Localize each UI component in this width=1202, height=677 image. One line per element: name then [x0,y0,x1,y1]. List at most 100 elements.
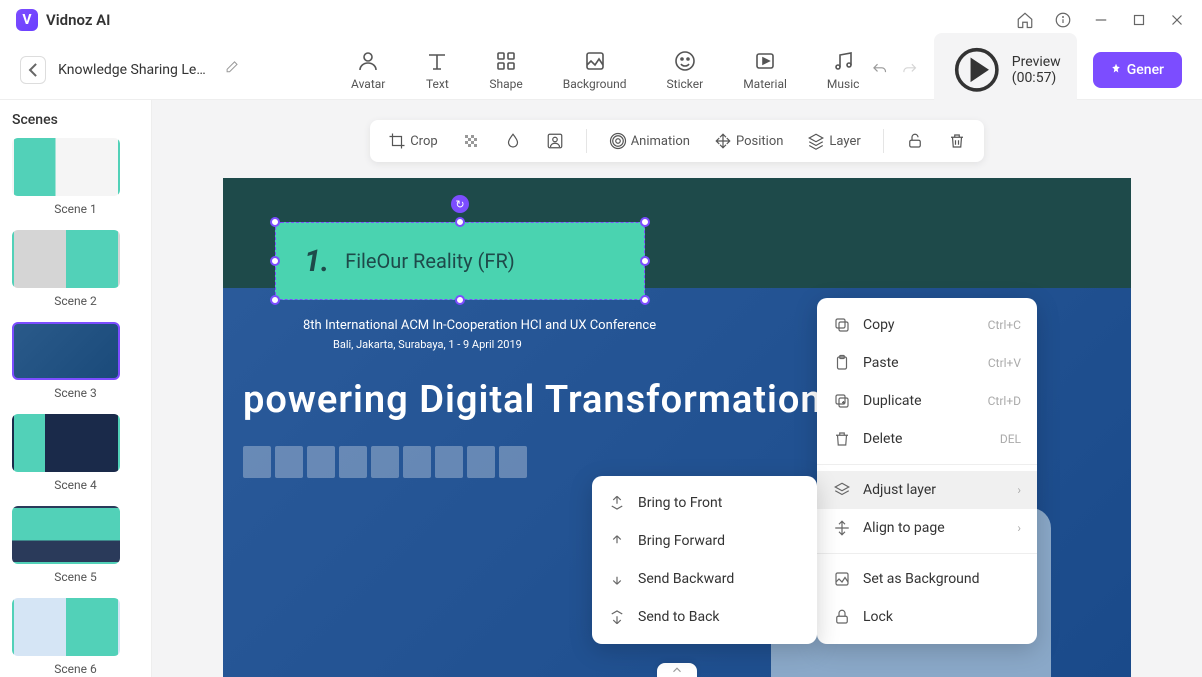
canvas-toolbar: Crop Animation Position Layer [370,120,984,162]
context-menu: Copy Ctrl+C Paste Ctrl+V Duplicate Ctrl+… [817,298,1037,644]
image-icon [833,570,851,588]
back-button[interactable] [20,56,46,84]
color-button[interactable] [498,128,528,154]
transparency-button[interactable] [456,128,486,154]
avatar-icon [356,49,380,73]
app-name: Vidnoz AI [46,11,110,29]
context-divider [817,553,1037,554]
animation-button[interactable]: Animation [603,128,696,154]
tool-shape[interactable]: Shape [489,49,522,91]
minimize-icon[interactable] [1092,11,1110,29]
sticker-icon [673,49,697,73]
position-button[interactable]: Position [708,128,789,154]
music-icon [831,49,855,73]
tool-sticker[interactable]: Sticker [667,49,704,91]
selected-number: 1. [304,244,329,279]
resize-handle-bc[interactable] [455,295,465,305]
titlebar-right [1016,11,1186,29]
ctx-adjust-layer[interactable]: Adjust layer › [817,471,1037,509]
cutout-button[interactable] [540,128,570,154]
tool-background[interactable]: Background [563,49,627,91]
tool-avatar[interactable]: Avatar [351,49,385,91]
generate-button[interactable]: Gener [1093,52,1182,88]
position-icon [714,132,732,150]
chevron-right-icon: › [1017,521,1021,535]
context-divider [817,464,1037,465]
resize-handle-mr[interactable] [640,256,650,266]
delete-icon [833,430,851,448]
bg-avatar-row [243,446,527,478]
scene-thumbnail [12,138,120,196]
send-back-icon [608,608,626,626]
home-icon[interactable] [1016,11,1034,29]
preview-button[interactable]: Preview (00:57) [934,33,1077,107]
tool-text[interactable]: Text [425,49,449,91]
selected-text: FileOur Reality (FR) [345,249,515,273]
scene-thumbnail [12,230,120,288]
info-icon[interactable] [1054,11,1072,29]
animation-icon [609,132,627,150]
submenu-send-backward[interactable]: Send Backward [592,560,817,598]
align-icon [833,519,851,537]
text-icon [425,49,449,73]
resize-handle-br[interactable] [640,295,650,305]
bg-conference-date: Bali, Jakarta, Surabaya, 1 - 9 April 201… [333,338,522,351]
ctx-lock[interactable]: Lock [817,598,1037,636]
undo-redo-group [871,58,918,82]
ctx-align-to-page[interactable]: Align to page › [817,509,1037,547]
close-icon[interactable] [1168,11,1186,29]
unlock-button[interactable] [900,128,930,154]
layer-button[interactable]: Layer [801,128,866,154]
drop-icon [504,132,522,150]
scene-item-4[interactable]: Scene 4 [12,414,139,492]
resize-handle-tl[interactable] [270,217,280,227]
shape-icon [494,49,518,73]
layers-icon [833,481,851,499]
submenu-bring-to-front[interactable]: Bring to Front [592,484,817,522]
ctx-delete[interactable]: Delete DEL [817,420,1037,458]
header-bar: Knowledge Sharing Lectu... Avatar Text S… [0,40,1202,100]
scene-thumbnail [12,322,120,380]
copy-icon [833,316,851,334]
ctx-duplicate[interactable]: Duplicate Ctrl+D [817,382,1037,420]
ctx-paste[interactable]: Paste Ctrl+V [817,344,1037,382]
undo-button[interactable] [871,58,888,82]
scene-thumbnail [12,598,120,656]
scene-thumbnail [12,414,120,472]
tool-material[interactable]: Material [743,49,787,91]
resize-handle-tc[interactable] [455,217,465,227]
scene-item-6[interactable]: Scene 6 [12,598,139,676]
paste-icon [833,354,851,372]
redo-button[interactable] [901,58,918,82]
bg-conference-name: 8th International ACM In-Cooperation HCI… [303,318,656,333]
bring-forward-icon [608,532,626,550]
scene-item-3[interactable]: Scene 3 [12,322,139,400]
edit-title-icon[interactable] [224,60,239,79]
submenu-bring-forward[interactable]: Bring Forward [592,522,817,560]
crop-button[interactable]: Crop [382,128,443,154]
submenu-send-to-back[interactable]: Send to Back [592,598,817,636]
scenes-heading: Scenes [12,112,139,128]
resize-handle-ml[interactable] [270,256,280,266]
duplicate-icon [833,392,851,410]
scene-thumbnail [12,506,120,564]
layer-icon [807,132,825,150]
ctx-set-background[interactable]: Set as Background [817,560,1037,598]
send-backward-icon [608,570,626,588]
scene-item-5[interactable]: Scene 5 [12,506,139,584]
bring-front-icon [608,494,626,512]
resize-handle-tr[interactable] [640,217,650,227]
checkerboard-icon [462,132,480,150]
expand-timeline-handle[interactable] [657,663,697,677]
toolbar-divider [883,129,884,153]
layer-submenu: Bring to Front Bring Forward Send Backwa… [592,476,817,644]
tool-music[interactable]: Music [827,49,859,91]
maximize-icon[interactable] [1130,11,1148,29]
selected-text-element[interactable]: 1. FileOur Reality (FR) ↻ [275,222,645,300]
ctx-copy[interactable]: Copy Ctrl+C [817,306,1037,344]
scene-item-1[interactable]: Scene 1 [12,138,139,216]
scene-item-2[interactable]: Scene 2 [12,230,139,308]
resize-handle-bl[interactable] [270,295,280,305]
rotate-handle[interactable]: ↻ [451,195,469,213]
delete-button[interactable] [942,128,972,154]
